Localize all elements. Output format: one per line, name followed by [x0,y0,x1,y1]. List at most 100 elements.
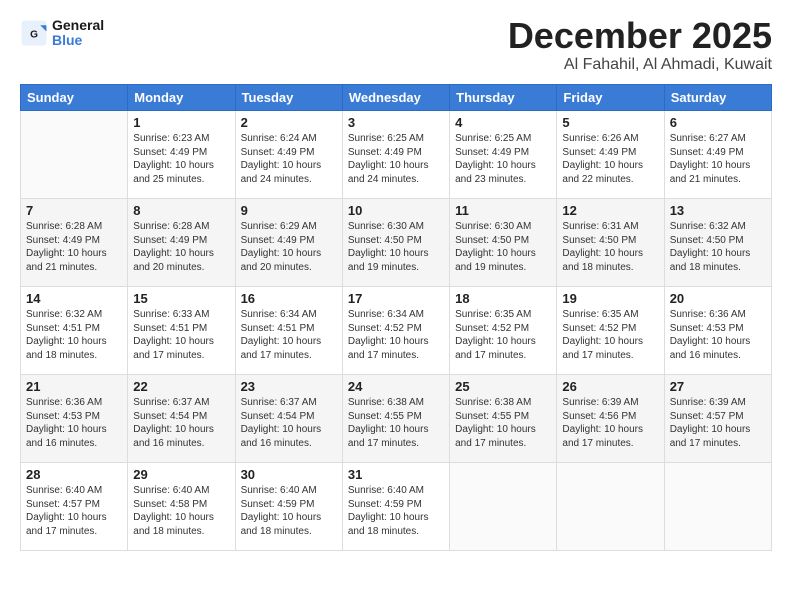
day-info: Sunrise: 6:26 AM Sunset: 4:49 PM Dayligh… [562,132,658,186]
day-info: Sunrise: 6:32 AM Sunset: 4:51 PM Dayligh… [26,308,122,362]
calendar-day-cell: 21 Sunrise: 6:36 AM Sunset: 4:53 PM Dayli… [21,375,128,463]
logo-icon: G [20,19,48,47]
day-number: 30 [241,467,337,482]
day-number: 16 [241,291,337,306]
day-info: Sunrise: 6:40 AM Sunset: 4:59 PM Dayligh… [241,484,337,538]
calendar-day-cell: 8Sunrise: 6:28 AM Sunset: 4:49 PM Daylig… [128,199,235,287]
day-info: Sunrise: 6:35 AM Sunset: 4:52 PM Dayligh… [562,308,658,362]
calendar-table: SundayMondayTuesdayWednesdayThursdayFrid… [20,84,772,551]
day-number: 15 [133,291,229,306]
day-info: Sunrise: 6:34 AM Sunset: 4:52 PM Dayligh… [348,308,444,362]
day-info: Sunrise: 6:37 AM Sunset: 4:54 PM Dayligh… [241,396,337,450]
day-number: 24 [348,379,444,394]
day-info: Sunrise: 6:38 AM Sunset: 4:55 PM Dayligh… [348,396,444,450]
day-number: 11 [455,203,551,218]
calendar-day-cell [557,463,664,551]
day-info: Sunrise: 6:39 AM Sunset: 4:56 PM Dayligh… [562,396,658,450]
day-number: 6 [670,115,766,130]
header-row: G General Blue December 2025 Al Fahahil,… [20,18,772,74]
logo: G General Blue [20,18,104,49]
calendar-day-cell: 10 Sunrise: 6:30 AM Sunset: 4:50 PM Dayli… [342,199,449,287]
day-number: 19 [562,291,658,306]
weekday-header-monday: Monday [128,85,235,111]
day-number: 9 [241,203,337,218]
calendar-day-cell [450,463,557,551]
day-info: Sunrise: 6:30 AM Sunset: 4:50 PM Dayligh… [348,220,444,274]
calendar-day-cell: 19 Sunrise: 6:35 AM Sunset: 4:52 PM Dayli… [557,287,664,375]
day-number: 17 [348,291,444,306]
calendar-day-cell: 7Sunrise: 6:28 AM Sunset: 4:49 PM Daylig… [21,199,128,287]
calendar-day-cell: 14Sunrise: 6:32 AM Sunset: 4:51 PM Dayli… [21,287,128,375]
location-title: Al Fahahil, Al Ahmadi, Kuwait [508,56,772,74]
calendar-week-row: 14Sunrise: 6:32 AM Sunset: 4:51 PM Dayli… [21,287,772,375]
calendar-week-row: 28Sunrise: 6:40 AM Sunset: 4:57 PM Dayli… [21,463,772,551]
calendar-week-row: 7Sunrise: 6:28 AM Sunset: 4:49 PM Daylig… [21,199,772,287]
day-number: 18 [455,291,551,306]
day-number: 25 [455,379,551,394]
calendar-day-cell: 28Sunrise: 6:40 AM Sunset: 4:57 PM Dayli… [21,463,128,551]
day-info: Sunrise: 6:40 AM Sunset: 4:59 PM Dayligh… [348,484,444,538]
calendar-day-cell: 13 Sunrise: 6:32 AM Sunset: 4:50 PM Dayli… [664,199,771,287]
day-info: Sunrise: 6:38 AM Sunset: 4:55 PM Dayligh… [455,396,551,450]
day-info: Sunrise: 6:39 AM Sunset: 4:57 PM Dayligh… [670,396,766,450]
day-number: 3 [348,115,444,130]
calendar-day-cell: 15 Sunrise: 6:33 AM Sunset: 4:51 PM Dayli… [128,287,235,375]
calendar-day-cell: 4 Sunrise: 6:25 AM Sunset: 4:49 PM Daylig… [450,111,557,199]
day-number: 4 [455,115,551,130]
day-number: 8 [133,203,229,218]
day-info: Sunrise: 6:25 AM Sunset: 4:49 PM Dayligh… [455,132,551,186]
day-number: 27 [670,379,766,394]
svg-text:G: G [30,30,38,41]
day-info: Sunrise: 6:40 AM Sunset: 4:58 PM Dayligh… [133,484,229,538]
day-number: 31 [348,467,444,482]
day-info: Sunrise: 6:31 AM Sunset: 4:50 PM Dayligh… [562,220,658,274]
day-info: Sunrise: 6:23 AM Sunset: 4:49 PM Dayligh… [133,132,229,186]
page: G General Blue December 2025 Al Fahahil,… [0,0,792,561]
day-number: 23 [241,379,337,394]
day-number: 29 [133,467,229,482]
calendar-day-cell: 29 Sunrise: 6:40 AM Sunset: 4:58 PM Dayli… [128,463,235,551]
day-info: Sunrise: 6:34 AM Sunset: 4:51 PM Dayligh… [241,308,337,362]
day-info: Sunrise: 6:37 AM Sunset: 4:54 PM Dayligh… [133,396,229,450]
calendar-day-cell: 23 Sunrise: 6:37 AM Sunset: 4:54 PM Dayli… [235,375,342,463]
calendar-day-cell: 1 Sunrise: 6:23 AM Sunset: 4:49 PM Daylig… [128,111,235,199]
day-number: 22 [133,379,229,394]
calendar-day-cell: 11 Sunrise: 6:30 AM Sunset: 4:50 PM Dayli… [450,199,557,287]
day-info: Sunrise: 6:30 AM Sunset: 4:50 PM Dayligh… [455,220,551,274]
day-number: 28 [26,467,122,482]
calendar-day-cell: 16 Sunrise: 6:34 AM Sunset: 4:51 PM Dayli… [235,287,342,375]
calendar-day-cell: 2Sunrise: 6:24 AM Sunset: 4:49 PM Daylig… [235,111,342,199]
calendar-day-cell: 9Sunrise: 6:29 AM Sunset: 4:49 PM Daylig… [235,199,342,287]
calendar-day-cell: 3 Sunrise: 6:25 AM Sunset: 4:49 PM Daylig… [342,111,449,199]
calendar-day-cell: 20 Sunrise: 6:36 AM Sunset: 4:53 PM Dayli… [664,287,771,375]
calendar-day-cell: 26Sunrise: 6:39 AM Sunset: 4:56 PM Dayli… [557,375,664,463]
day-info: Sunrise: 6:36 AM Sunset: 4:53 PM Dayligh… [670,308,766,362]
calendar-day-cell: 18 Sunrise: 6:35 AM Sunset: 4:52 PM Dayli… [450,287,557,375]
calendar-day-cell: 31 Sunrise: 6:40 AM Sunset: 4:59 PM Dayli… [342,463,449,551]
day-number: 10 [348,203,444,218]
logo-text: General Blue [52,18,104,49]
calendar-day-cell: 6Sunrise: 6:27 AM Sunset: 4:49 PM Daylig… [664,111,771,199]
day-info: Sunrise: 6:28 AM Sunset: 4:49 PM Dayligh… [26,220,122,274]
calendar-day-cell: 24 Sunrise: 6:38 AM Sunset: 4:55 PM Dayli… [342,375,449,463]
calendar-day-cell: 12 Sunrise: 6:31 AM Sunset: 4:50 PM Dayli… [557,199,664,287]
day-number: 12 [562,203,658,218]
day-info: Sunrise: 6:33 AM Sunset: 4:51 PM Dayligh… [133,308,229,362]
day-info: Sunrise: 6:25 AM Sunset: 4:49 PM Dayligh… [348,132,444,186]
day-number: 21 [26,379,122,394]
calendar-week-row: 1 Sunrise: 6:23 AM Sunset: 4:49 PM Daylig… [21,111,772,199]
day-info: Sunrise: 6:32 AM Sunset: 4:50 PM Dayligh… [670,220,766,274]
calendar-day-cell: 5 Sunrise: 6:26 AM Sunset: 4:49 PM Daylig… [557,111,664,199]
day-number: 1 [133,115,229,130]
day-number: 13 [670,203,766,218]
weekday-header-tuesday: Tuesday [235,85,342,111]
day-number: 20 [670,291,766,306]
day-info: Sunrise: 6:24 AM Sunset: 4:49 PM Dayligh… [241,132,337,186]
weekday-header-wednesday: Wednesday [342,85,449,111]
day-info: Sunrise: 6:36 AM Sunset: 4:53 PM Dayligh… [26,396,122,450]
day-info: Sunrise: 6:35 AM Sunset: 4:52 PM Dayligh… [455,308,551,362]
calendar-day-cell [21,111,128,199]
title-block: December 2025 Al Fahahil, Al Ahmadi, Kuw… [508,18,772,74]
day-number: 5 [562,115,658,130]
calendar-week-row: 21 Sunrise: 6:36 AM Sunset: 4:53 PM Dayli… [21,375,772,463]
